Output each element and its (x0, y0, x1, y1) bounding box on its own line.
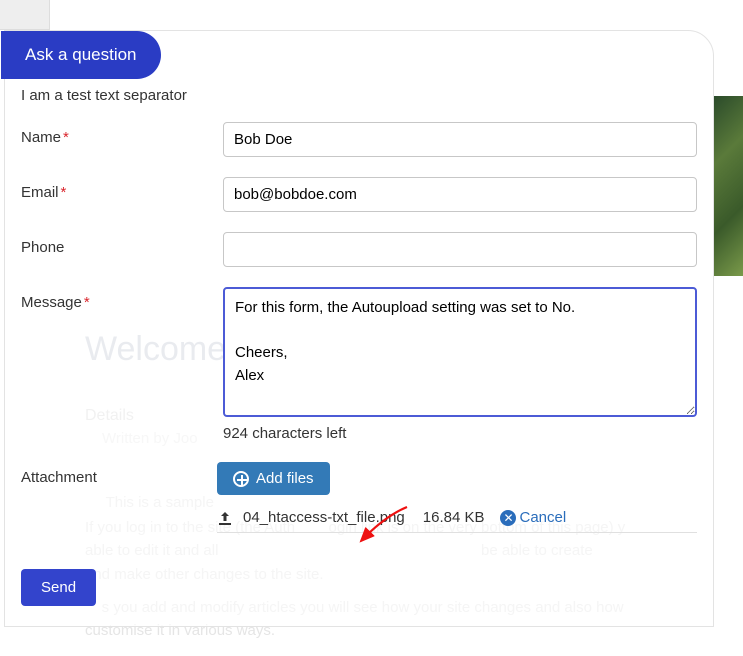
phone-label: Phone (21, 232, 223, 256)
attachment-file-row: 04_htaccess-txt_file.png 16.84 KB ✕ Canc… (217, 509, 697, 533)
field-row-phone: Phone (21, 232, 697, 267)
field-row-attachment: Attachment Add files 04_htaccess-txt_fil… (21, 462, 697, 533)
email-label: Email* (21, 177, 223, 201)
cancel-circle-icon: ✕ (500, 510, 516, 526)
required-asterisk: * (61, 184, 67, 201)
name-label: Name* (21, 122, 223, 146)
field-row-email: Email* (21, 177, 697, 212)
form-tab-ask-question[interactable]: Ask a question (1, 31, 161, 79)
add-files-button[interactable]: Add files (217, 462, 330, 495)
attachment-label: Attachment (21, 462, 217, 486)
add-files-label: Add files (256, 470, 314, 487)
required-asterisk: * (84, 294, 90, 311)
attachment-cancel-link[interactable]: ✕ Cancel (500, 509, 566, 526)
contact-form-panel: Ask a question I am a test text separato… (4, 30, 714, 627)
field-row-message: Message* 924 characters left (21, 287, 697, 442)
background-image-strip (713, 96, 743, 276)
field-row-name: Name* (21, 122, 697, 157)
required-asterisk: * (63, 129, 69, 146)
send-button[interactable]: Send (21, 569, 96, 606)
name-input[interactable] (223, 122, 697, 157)
plus-circle-icon (233, 471, 249, 487)
window-chrome-corner (0, 0, 50, 30)
message-textarea[interactable] (223, 287, 697, 417)
phone-input[interactable] (223, 232, 697, 267)
attachment-file-name: 04_htaccess-txt_file.png (243, 509, 405, 526)
characters-left: 924 characters left (223, 425, 697, 442)
attachment-file-size: 16.84 KB (423, 509, 485, 526)
separator-text: I am a test text separator (21, 87, 697, 104)
message-label: Message* (21, 287, 223, 311)
cancel-label: Cancel (519, 509, 566, 526)
email-input[interactable] (223, 177, 697, 212)
upload-icon (217, 510, 233, 526)
